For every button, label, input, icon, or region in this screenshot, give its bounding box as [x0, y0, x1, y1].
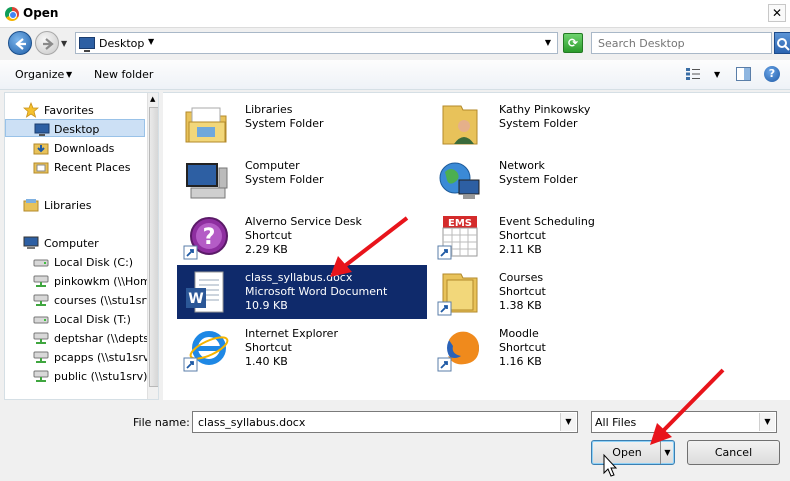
- nav-drive[interactable]: pcapps (\\stu1srv): [33, 348, 154, 366]
- refresh-button[interactable]: ⟳: [563, 33, 583, 53]
- new-folder-button[interactable]: New folder: [94, 68, 153, 81]
- cancel-button[interactable]: Cancel: [687, 440, 780, 465]
- help-desk-icon: ?: [183, 217, 228, 260]
- search-box[interactable]: [591, 32, 772, 54]
- computer-icon: [23, 236, 39, 249]
- downloads-folder-icon: [33, 143, 49, 155]
- title-bar: Open ✕: [0, 0, 790, 28]
- local-disk-icon: [33, 316, 49, 324]
- nav-drive[interactable]: pinkowkm (\\Homes: [33, 272, 158, 290]
- back-arrow-icon: [15, 38, 26, 50]
- command-bar: Organize ▼ New folder ▼ ?: [0, 60, 790, 90]
- scrollbar-thumb[interactable]: [149, 107, 158, 387]
- recent-places-icon: [33, 162, 49, 174]
- word-logo-text: W: [188, 291, 203, 307]
- view-options-dropdown[interactable]: ▼: [714, 70, 720, 79]
- file-type-value: All Files: [595, 416, 637, 429]
- libraries-folder-icon: [185, 107, 227, 143]
- ems-logo-text: EMS: [448, 218, 472, 229]
- address-bar[interactable]: Desktop ▼ ▼: [75, 32, 558, 54]
- file-name-dropdown[interactable]: ▼: [560, 413, 576, 431]
- svg-text:?: ?: [203, 225, 216, 250]
- chrome-app-icon: [5, 7, 19, 21]
- network-drive-icon: [33, 370, 49, 382]
- change-view-icon[interactable]: [686, 68, 700, 80]
- file-item-shortcut[interactable]: Courses Shortcut 1.38 KB: [431, 265, 681, 319]
- network-drive-icon: [33, 351, 49, 363]
- window-title: Open: [23, 6, 59, 20]
- navigation-pane: Favorites Desktop Downloads Recent Place…: [4, 92, 159, 400]
- chevron-down-icon[interactable]: ▼: [66, 70, 72, 79]
- file-item-libraries[interactable]: Libraries System Folder: [177, 97, 427, 151]
- file-list: Libraries System Folder Kathy Pinkowsky …: [163, 92, 790, 400]
- file-item-user-folder[interactable]: Kathy Pinkowsky System Folder: [431, 97, 681, 151]
- chevron-down-icon[interactable]: ▼: [148, 37, 154, 46]
- desktop-icon: [34, 123, 50, 136]
- nav-drive[interactable]: courses (\\stu1srv): [33, 291, 157, 309]
- nav-libraries[interactable]: Libraries: [23, 196, 143, 214]
- forward-arrow-icon: [43, 38, 54, 50]
- calendar-icon: EMS: [437, 216, 478, 260]
- nav-drive[interactable]: Local Disk (C:): [33, 253, 147, 271]
- file-name-combobox[interactable]: ▼: [192, 411, 578, 433]
- nav-drive[interactable]: deptshar (\\deptsh: [33, 329, 156, 347]
- address-dropdown[interactable]: ▼: [545, 38, 551, 47]
- file-item-shortcut[interactable]: Moodle Shortcut 1.16 KB: [431, 321, 681, 375]
- search-icon: [777, 38, 790, 51]
- computer-icon: [186, 163, 228, 199]
- desktop-icon: [79, 37, 95, 52]
- file-item-shortcut[interactable]: ? Alverno Service Desk Shortcut 2.29 KB: [177, 209, 427, 263]
- navigation-bar: ▼ Desktop ▼ ▼ ⟳: [0, 28, 790, 58]
- scroll-up-icon[interactable]: ▲: [150, 95, 155, 103]
- address-crumb-desktop[interactable]: Desktop: [99, 37, 144, 50]
- close-button[interactable]: ✕: [768, 4, 786, 22]
- word-document-icon: W: [186, 271, 224, 313]
- nav-desktop[interactable]: Desktop: [5, 119, 145, 137]
- recent-locations-dropdown[interactable]: ▼: [61, 39, 67, 48]
- open-options-dropdown[interactable]: ▼: [660, 441, 674, 464]
- nav-favorites[interactable]: Favorites: [23, 101, 143, 119]
- open-button[interactable]: Open ▼: [591, 440, 675, 465]
- firefox-icon: [437, 331, 479, 372]
- network-icon: [439, 162, 480, 199]
- file-item-shortcut[interactable]: Internet Explorer Shortcut 1.40 KB: [177, 321, 427, 375]
- refresh-icon: ⟳: [567, 36, 579, 50]
- file-name-input[interactable]: [196, 415, 556, 430]
- local-disk-icon: [33, 259, 49, 267]
- file-name-label: File name:: [133, 416, 190, 429]
- forward-button[interactable]: [35, 31, 59, 55]
- nav-drive[interactable]: public (\\stu1srv) (: [33, 367, 155, 385]
- file-item-shortcut[interactable]: EMS Event Scheduling Shortcut 2.11 KB: [431, 209, 681, 263]
- help-icon[interactable]: ?: [764, 66, 780, 82]
- nav-downloads[interactable]: Downloads: [33, 139, 145, 157]
- file-item-computer[interactable]: Computer System Folder: [177, 153, 427, 207]
- file-item-network[interactable]: Network System Folder: [431, 153, 681, 207]
- file-type-filter[interactable]: All Files ▼: [591, 411, 777, 433]
- file-item-word-document[interactable]: W class_syllabus.docx Microsoft Word Doc…: [177, 265, 427, 319]
- internet-explorer-icon: [183, 331, 229, 372]
- network-drive-icon: [33, 275, 49, 287]
- back-button[interactable]: [8, 31, 32, 55]
- nav-drive[interactable]: Local Disk (T:): [33, 310, 147, 328]
- search-input[interactable]: [596, 36, 766, 51]
- star-icon: [23, 102, 39, 118]
- user-folder-icon: [442, 105, 478, 145]
- search-button[interactable]: [774, 32, 790, 54]
- preview-pane-icon[interactable]: [736, 67, 751, 81]
- network-drive-icon: [33, 294, 49, 306]
- organize-menu[interactable]: Organize: [15, 68, 64, 81]
- open-button-label: Open: [612, 446, 642, 459]
- nav-pane-scrollbar[interactable]: ▲: [147, 93, 158, 399]
- file-type-dropdown[interactable]: ▼: [759, 413, 775, 431]
- libraries-icon: [23, 199, 39, 212]
- nav-recent-places[interactable]: Recent Places: [33, 158, 145, 176]
- network-drive-icon: [33, 332, 49, 344]
- folder-shortcut-icon: [437, 273, 478, 316]
- nav-computer[interactable]: Computer: [23, 234, 143, 252]
